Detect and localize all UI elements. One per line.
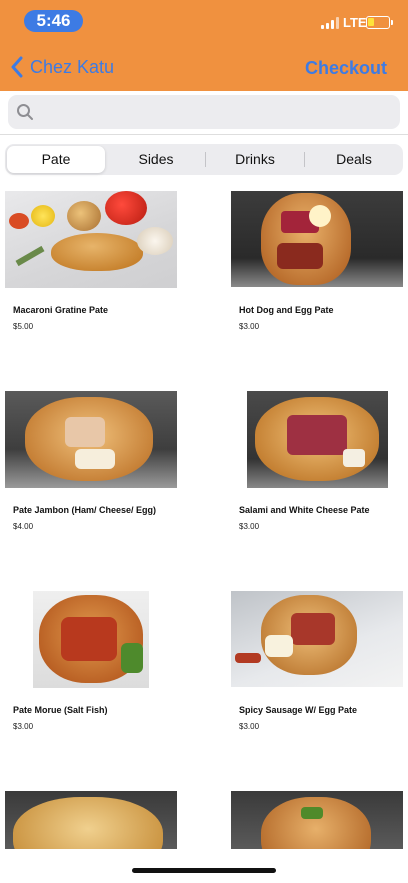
tab-drinks[interactable]: Drinks (206, 144, 304, 175)
menu-item-card[interactable]: Pate Jambon (Ham/ Cheese/ Egg) $4.00 (5, 391, 177, 551)
app-header: 5:46 LTE Chez Katu Checkout (0, 0, 408, 91)
battery-icon (366, 16, 393, 29)
item-name: Salami and White Cheese Pate (239, 505, 370, 515)
home-indicator[interactable] (132, 868, 276, 873)
menu-item-card[interactable] (231, 791, 403, 849)
item-photo (231, 791, 403, 849)
tab-deals[interactable]: Deals (305, 144, 403, 175)
search-input[interactable] (42, 95, 392, 129)
signal-icon (321, 17, 339, 29)
item-photo (5, 191, 177, 288)
menu-item-card[interactable]: Hot Dog and Egg Pate $3.00 (231, 191, 403, 351)
status-bar: 5:46 LTE (0, 0, 408, 44)
item-price: $3.00 (239, 522, 260, 531)
tab-pate[interactable]: Pate (7, 146, 105, 173)
checkout-button[interactable]: Checkout (305, 58, 387, 79)
item-name: Spicy Sausage W/ Egg Pate (239, 705, 358, 715)
item-name: Hot Dog and Egg Pate (239, 305, 334, 315)
menu-item-card[interactable] (5, 791, 177, 849)
chevron-left-icon (11, 56, 23, 78)
item-price: $5.00 (13, 322, 34, 331)
back-button[interactable]: Chez Katu (10, 56, 114, 78)
network-label: LTE (343, 15, 367, 30)
item-price: $3.00 (13, 722, 34, 731)
item-photo (231, 191, 403, 287)
item-price: $3.00 (239, 722, 260, 731)
item-name: Pate Jambon (Ham/ Cheese/ Egg) (13, 505, 157, 515)
item-photo (5, 791, 177, 849)
item-photo (33, 591, 149, 688)
item-name: Pate Morue (Salt Fish) (13, 705, 108, 715)
item-photo (231, 591, 403, 687)
item-price: $4.00 (13, 522, 34, 531)
tab-sides[interactable]: Sides (107, 144, 205, 175)
item-photo (5, 391, 177, 488)
menu-item-card[interactable]: Salami and White Cheese Pate $3.00 (231, 391, 403, 551)
menu-item-card[interactable]: Macaroni Gratine Pate $5.00 (5, 191, 177, 351)
category-tabs: Pate Sides Drinks Deals (5, 144, 403, 175)
menu-item-card[interactable]: Spicy Sausage W/ Egg Pate $3.00 (231, 591, 403, 751)
item-name: Macaroni Gratine Pate (13, 305, 109, 315)
status-time: 5:46 (24, 10, 83, 32)
divider (0, 134, 408, 135)
menu-item-card[interactable]: Pate Morue (Salt Fish) $3.00 (5, 591, 177, 751)
item-photo (247, 391, 388, 488)
back-label: Chez Katu (30, 56, 115, 77)
search-bar[interactable] (8, 95, 400, 129)
item-price: $3.00 (239, 322, 260, 331)
search-icon (17, 104, 33, 120)
